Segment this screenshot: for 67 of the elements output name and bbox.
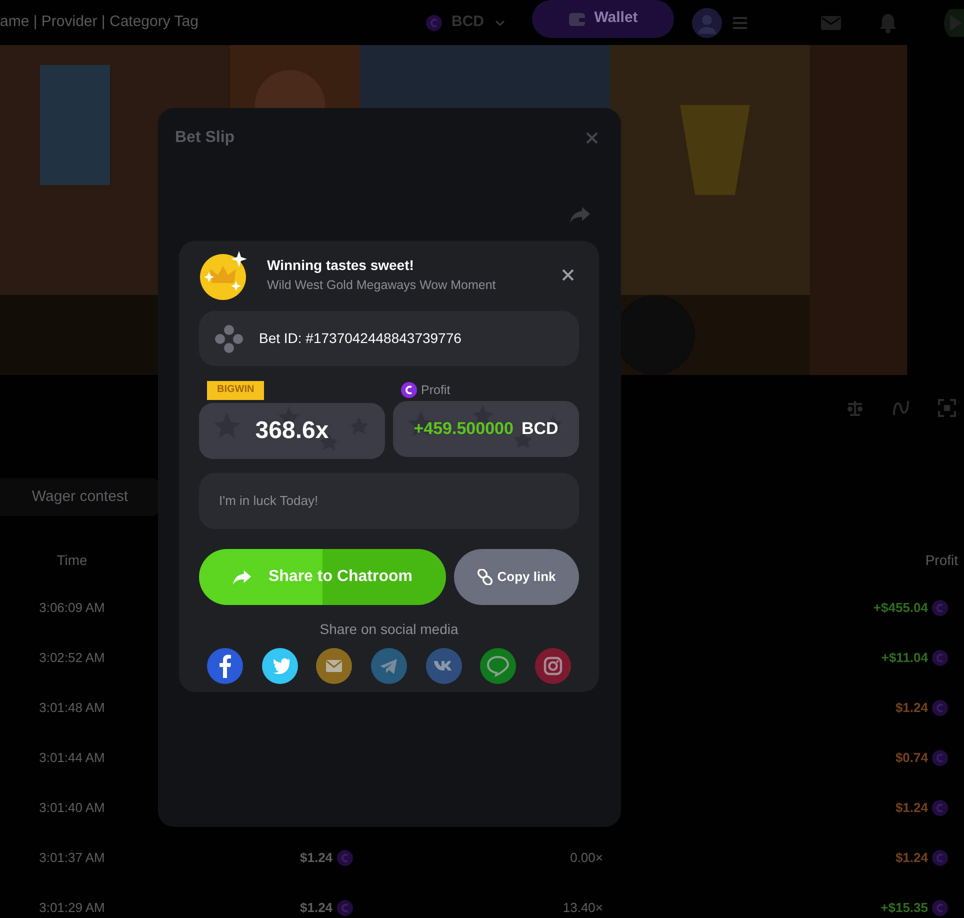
close-icon[interactable] (561, 268, 575, 282)
table-cell-text: $1.24 (300, 849, 333, 868)
bigwin-badge: BIGWIN (207, 381, 264, 400)
table-cell-text: +$11.04 (881, 649, 928, 668)
card-subtitle: Wild West Gold Megaways Wow Moment (267, 277, 496, 294)
share-button[interactable]: Share to Chatroom (199, 549, 446, 605)
coin-icon (401, 382, 417, 398)
table-cell-text: 3:01:29 AM (38, 899, 106, 918)
table-cell-text: 3:01:48 AM (38, 699, 106, 718)
table-cell-text: $1.24 (300, 899, 333, 918)
camera-icon[interactable] (534, 648, 571, 684)
social-heading: Share on social media (318, 620, 460, 639)
menu-icon[interactable] (732, 16, 748, 30)
coin-icon (336, 850, 353, 866)
coin-icon (932, 700, 948, 716)
table-cell-text: $1.24 (895, 849, 928, 868)
coin-icon (336, 900, 353, 916)
fullscreen-icon[interactable] (938, 399, 956, 417)
bet-id-text: Bet ID: #1737042448843739776 (259, 329, 462, 348)
share-icon[interactable] (569, 206, 591, 224)
currency-label: BCD (521, 418, 558, 440)
avatar-icon[interactable] (692, 8, 722, 38)
panel-title: Bet Slip (175, 128, 235, 148)
dice-icon (215, 324, 243, 352)
curve-icon[interactable] (892, 399, 910, 417)
search-field[interactable]: ame | Provider | Category Tag (0, 11, 198, 34)
table-cell-text: 3:01:40 AM (38, 799, 106, 818)
share-icon (232, 568, 252, 586)
table-cell-text: 3:01:37 AM (38, 849, 106, 868)
scale-icon[interactable] (846, 399, 864, 417)
paper-plane-icon[interactable] (370, 648, 407, 684)
coin-icon (932, 650, 948, 666)
table-cell-text: 0.00× (569, 849, 603, 868)
table-cell-text: 13.40× (562, 899, 603, 918)
coin-icon (932, 600, 948, 616)
chat-bubble-icon[interactable] (480, 648, 516, 684)
table-cell-text: $0.74 (895, 749, 928, 768)
multiplier-value: 368.6x (255, 416, 329, 446)
link-icon (477, 569, 494, 585)
table-cell-text: 3:06:09 AM (38, 599, 106, 618)
table-cell-text: 3:02:52 AM (38, 649, 106, 668)
profit-amount: +459.500000 (414, 418, 514, 440)
coin-icon (932, 750, 948, 766)
table-cell-text: +$15.35 (880, 899, 928, 918)
table-cell-text: $1.24 (895, 699, 928, 718)
coin-icon (932, 800, 948, 816)
profit-label: Profit (421, 382, 450, 399)
table-cell-text: +$455.04 (873, 599, 928, 618)
wallet-button[interactable]: Wallet (532, 0, 674, 38)
table-cell-text: $1.24 (895, 799, 928, 818)
facebook-icon[interactable] (207, 648, 243, 684)
wallet-icon (568, 10, 586, 26)
coin-icon (426, 14, 442, 30)
vk-icon[interactable] (426, 648, 462, 684)
crown-icon (199, 250, 249, 300)
table-cell-text: 3:01:44 AM (38, 749, 106, 768)
mail-icon[interactable] (316, 648, 352, 684)
bell-icon[interactable] (878, 12, 898, 34)
copy-link-button[interactable]: Copy link (454, 549, 579, 605)
bird-icon[interactable] (262, 648, 298, 684)
column-header: Profit (924, 550, 959, 570)
coin-icon (932, 900, 948, 916)
contest-tab[interactable]: Wager contest (0, 478, 160, 516)
message-field[interactable]: I'm in luck Today! (199, 473, 579, 529)
card-title: Winning tastes sweet! (267, 256, 415, 276)
column-header: Time (56, 550, 88, 570)
coin-icon (932, 850, 948, 866)
